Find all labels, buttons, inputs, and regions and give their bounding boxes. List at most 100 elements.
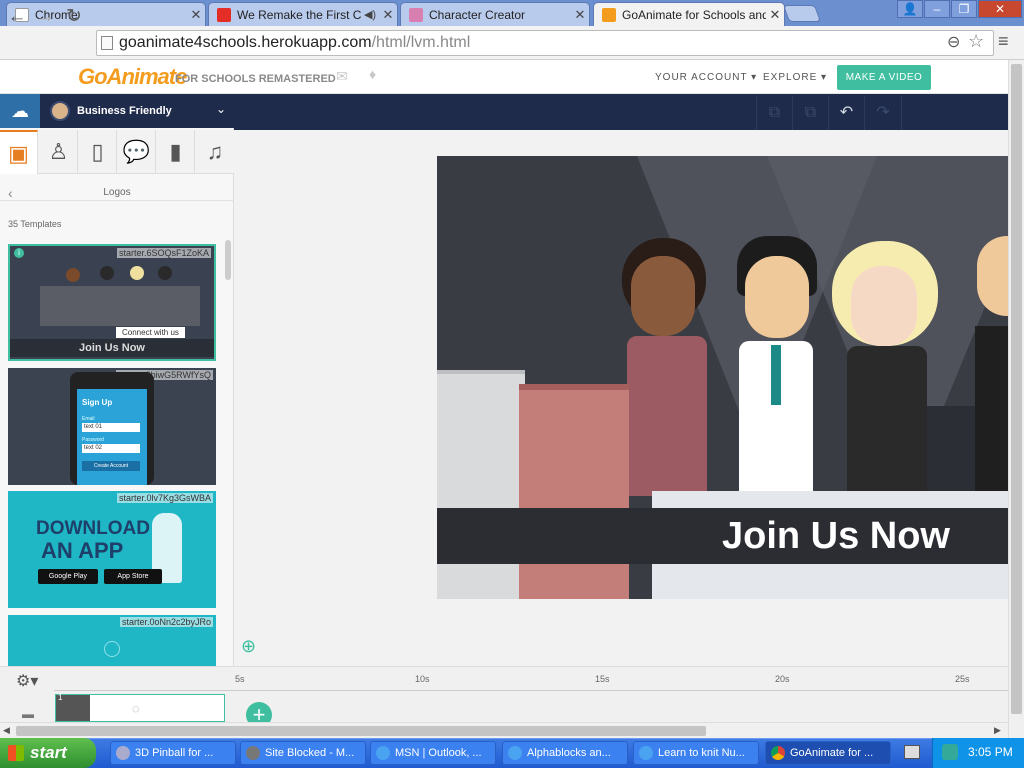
scene-canvas[interactable]: Join Us Now	[437, 156, 1008, 599]
start-button[interactable]: start	[0, 738, 96, 768]
taskbar-item-goanimate[interactable]: GoAnimate for ...	[765, 741, 891, 765]
tab-goanimate[interactable]: GoAnimate for Schools and E ✕	[593, 2, 785, 26]
theme-name[interactable]: Business Friendly	[77, 105, 172, 117]
join-us-banner[interactable]: Join Us Now	[437, 508, 1008, 564]
mail-icon[interactable]: ✉	[336, 68, 348, 85]
gear-icon[interactable]: ⚙▾	[16, 671, 38, 691]
image-icon[interactable]: ▣	[0, 130, 38, 174]
thumb-character	[158, 266, 172, 280]
user-icon[interactable]: 👤	[897, 0, 923, 18]
address-bar[interactable]: goanimate4schools.herokuapp.com/html/lvm…	[96, 30, 994, 56]
thumb-logo	[104, 641, 120, 657]
character-man-face	[745, 256, 809, 338]
google-play-badge: Google Play	[38, 569, 98, 584]
tick-label: 25s	[955, 674, 970, 684]
tab-youtube[interactable]: We Remake the First CGI ◀) ✕	[208, 2, 398, 26]
timeline-ruler	[54, 690, 1008, 691]
clock[interactable]: 3:05 PM	[968, 745, 1013, 759]
avatar	[50, 101, 70, 121]
site-logo[interactable]: GoAnimate	[78, 64, 187, 90]
close-tab-icon[interactable]: ✕	[187, 7, 205, 23]
youtube-icon	[217, 7, 231, 22]
template-item[interactable]: starter.0oNn2c2byJRo	[8, 615, 216, 666]
taskbar-item-pinball[interactable]: 3D Pinball for ...	[110, 741, 236, 765]
make-a-video-button[interactable]: MAKE A VIDEO	[837, 65, 931, 90]
template-sign-up[interactable]: starter.0biwG5RWfYsQ Sign Up Email text …	[8, 368, 216, 485]
page-scrollbar-thumb[interactable]	[1011, 64, 1022, 714]
speaker-icon[interactable]: ◀)	[361, 8, 379, 21]
horizontal-scrollbar[interactable]: ◀ ▶	[0, 722, 1008, 738]
network-icon[interactable]	[942, 744, 958, 760]
tab-character-creator[interactable]: Character Creator ✕	[400, 2, 590, 26]
copy-icon[interactable]: ⧉	[756, 96, 792, 130]
close-tab-icon[interactable]: ✕	[766, 7, 784, 23]
redo-icon[interactable]: ↷	[864, 96, 902, 130]
character-man-body	[975, 326, 1008, 496]
panel-scrollbar[interactable]	[225, 240, 231, 280]
character-woman-body	[627, 336, 707, 496]
scroll-right-icon[interactable]: ▶	[994, 725, 1001, 736]
building-grey	[437, 370, 525, 599]
taskbar-item-alphablocks[interactable]: Alphablocks an...	[502, 741, 628, 765]
speech-bubble-icon[interactable]: 💬	[118, 130, 156, 174]
music-icon[interactable]: ♫	[196, 130, 234, 174]
template-join-us[interactable]: i starter.6SOQsF1ZoKA Connect with us Jo…	[8, 244, 216, 361]
scene-thumbnail[interactable]: 1 ◌	[55, 693, 225, 722]
minimize-button[interactable]: –	[924, 0, 950, 18]
upload-icon[interactable]: ☁	[0, 94, 40, 128]
tick-label: 10s	[415, 674, 430, 684]
pinball-icon	[116, 746, 130, 760]
character-woman-body	[847, 346, 927, 496]
tick-label: 20s	[775, 674, 790, 684]
thumb-phone: Sign Up Email text 01 Password text 02 C…	[70, 372, 154, 485]
your-account-menu[interactable]: YOUR ACCOUNT ▾	[655, 72, 757, 83]
character-man-body	[739, 341, 813, 501]
ie-icon	[639, 746, 653, 760]
chart-icon[interactable]: ▮	[157, 130, 195, 174]
restore-button[interactable]: ❐	[951, 0, 977, 18]
bookmark-star-icon[interactable]: ☆	[968, 31, 984, 52]
page-scrollbar[interactable]	[1008, 60, 1024, 738]
explore-menu[interactable]: EXPLORE ▾	[763, 72, 827, 83]
paste-icon[interactable]: ⧉	[792, 96, 828, 130]
page-icon	[101, 36, 113, 50]
prop-icon[interactable]: ▯	[79, 130, 117, 174]
thumb-background	[40, 286, 200, 326]
undo-icon[interactable]: ↶	[828, 96, 864, 130]
thumb-character	[130, 266, 144, 280]
thumb-connect-button: Connect with us	[116, 327, 185, 338]
info-icon[interactable]: i	[14, 248, 24, 258]
close-tab-icon[interactable]: ✕	[571, 7, 589, 23]
taskbar-item-msn[interactable]: MSN | Outlook, ...	[370, 741, 496, 765]
template-count: 35 Templates	[8, 219, 62, 229]
goanimate-icon	[602, 7, 616, 22]
scene-number: 1	[58, 693, 63, 702]
tick-label: 5s	[235, 674, 245, 684]
forward-icon[interactable]: →	[34, 6, 56, 28]
character-icon[interactable]: ♙	[40, 130, 78, 174]
character-creator-icon	[409, 7, 423, 22]
keyboard-icon[interactable]	[904, 745, 920, 759]
reload-icon[interactable]: ↻	[63, 6, 85, 28]
character-woman-face	[851, 266, 917, 346]
template-download-app[interactable]: starter.0lv7Kg3GsWBA DOWNLOAD AN APP Goo…	[8, 491, 216, 608]
zoom-icon[interactable]: ⊖	[947, 32, 960, 52]
close-window-button[interactable]: ✕	[978, 0, 1022, 18]
horizontal-scrollbar-thumb[interactable]	[16, 726, 706, 736]
raccoon-icon	[246, 746, 260, 760]
bell-icon[interactable]: ♦	[369, 66, 376, 82]
chevron-down-icon[interactable]: ⌄	[216, 102, 226, 116]
building-red	[519, 384, 629, 599]
new-tab-button[interactable]	[782, 5, 822, 22]
scroll-left-icon[interactable]: ◀	[3, 725, 10, 736]
close-tab-icon[interactable]: ✕	[379, 7, 397, 23]
taskbar-item-learn-to-knit[interactable]: Learn to knit Nu...	[633, 741, 759, 765]
tie	[771, 345, 781, 405]
zoom-in-icon[interactable]: ⊕	[241, 636, 256, 657]
app-store-badge: App Store	[104, 569, 162, 584]
url-host: goanimate4schools.herokuapp.com	[119, 34, 372, 51]
taskbar-item-site-blocked[interactable]: Site Blocked - M...	[240, 741, 366, 765]
menu-icon[interactable]: ≡	[998, 31, 1009, 52]
back-icon[interactable]: ←	[6, 6, 28, 28]
windows-logo-icon	[8, 745, 24, 761]
